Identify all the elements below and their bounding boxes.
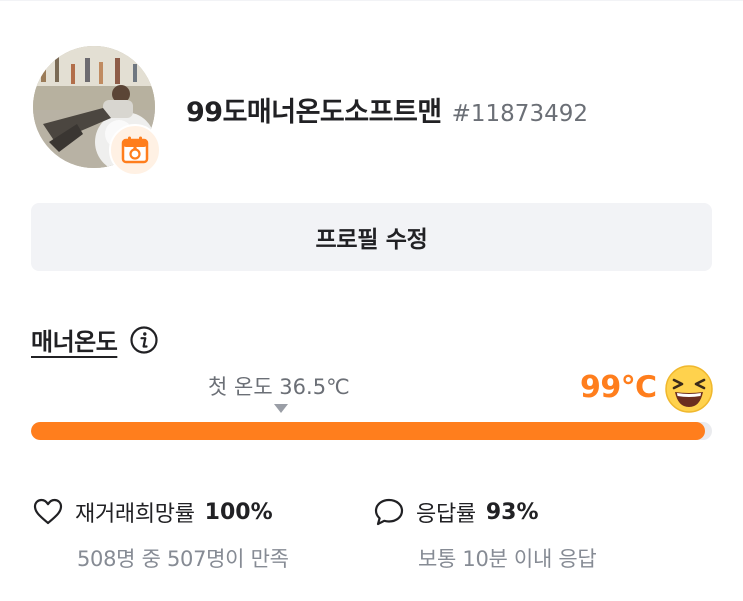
manner-temperature-bar xyxy=(31,422,712,440)
edit-profile-button[interactable]: 프로필 수정 xyxy=(31,203,712,271)
manner-temperature-header: 매너온도 xyxy=(31,322,159,357)
speech-bubble-icon xyxy=(374,498,404,526)
response-rate-stat[interactable]: 응답률 93% xyxy=(372,495,539,529)
top-divider xyxy=(0,0,743,1)
response-rate-value: 93% xyxy=(485,499,539,525)
calendar-badge-icon xyxy=(109,124,161,176)
laughing-face-icon xyxy=(665,365,713,413)
nickname: 99도매너온도소프트맨 xyxy=(186,97,442,128)
user-id: #11873492 xyxy=(451,101,588,127)
manner-temperature-fill xyxy=(31,422,706,440)
manner-temperature-title[interactable]: 매너온도 xyxy=(31,322,118,357)
first-temperature-marker-icon xyxy=(274,404,288,413)
rehire-rate-detail: 508명 중 507명이 만족 xyxy=(77,547,289,571)
first-temperature-label: 첫 온도 36.5℃ xyxy=(208,375,350,399)
profile-avatar-group[interactable] xyxy=(33,46,161,176)
response-rate-detail: 보통 10분 이내 응답 xyxy=(418,547,597,571)
heart-outline-icon xyxy=(33,498,63,525)
rehire-rate-value: 100% xyxy=(204,499,273,525)
info-icon[interactable] xyxy=(129,325,159,355)
profile-name-row: 99도매너온도소프트맨 #11873492 xyxy=(186,90,588,130)
current-temperature: 99℃ xyxy=(580,370,657,405)
rehire-rate-stat[interactable]: 재거래희망률 100% xyxy=(31,495,273,529)
response-rate-label: 응답률 xyxy=(416,502,476,527)
rehire-rate-label: 재거래희망률 xyxy=(75,502,195,527)
